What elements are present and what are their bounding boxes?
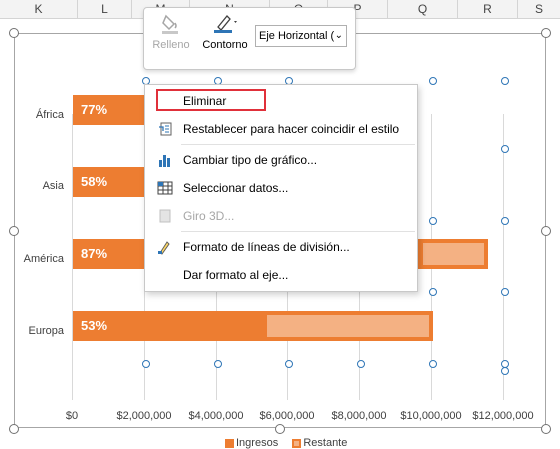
context-menu: Eliminar Restablecer para hacer coincidi… <box>144 84 418 292</box>
axis-selection-handle[interactable] <box>501 77 509 85</box>
category-label-asia: Asia <box>42 180 64 192</box>
menu-item-seleccionar-datos[interactable]: Seleccionar datos... <box>145 176 417 200</box>
menu-separator <box>181 231 415 232</box>
legend[interactable]: Ingresos Restante <box>225 437 347 449</box>
menu-item-label: Restablecer para hacer coincidir el esti… <box>183 122 400 136</box>
axis-selection-handle[interactable] <box>501 367 509 375</box>
fill-bucket-icon <box>162 14 178 34</box>
outline-label: Contorno <box>202 39 248 51</box>
axis-selection-handle[interactable] <box>285 360 293 368</box>
menu-item-dar-formato-eje[interactable]: Dar formato al eje... <box>145 263 417 287</box>
resize-handle[interactable] <box>9 28 19 38</box>
data-label-europa: 53% <box>81 318 108 333</box>
category-label-america: América <box>23 253 64 265</box>
chevron-down-icon: ⌄ <box>334 30 343 41</box>
chart-type-icon <box>159 155 170 167</box>
data-label-asia: 58% <box>81 174 108 189</box>
menu-item-cambiar-tipo[interactable]: Cambiar tipo de gráfico... <box>145 148 417 172</box>
reset-style-icon <box>159 122 172 136</box>
axis-selection-handle[interactable] <box>501 217 509 225</box>
menu-item-giro-3d[interactable]: Giro 3D... <box>145 204 417 228</box>
fill-label: Relleno <box>152 39 190 51</box>
outline-button[interactable]: Contorno <box>197 12 253 51</box>
select-data-icon <box>157 181 173 195</box>
axis-selection-handle[interactable] <box>501 145 509 153</box>
menu-item-label: Giro 3D... <box>183 209 235 223</box>
data-label-africa: 77% <box>81 102 108 117</box>
column-header-q[interactable]: Q <box>388 0 458 18</box>
column-header-s[interactable]: S <box>518 0 560 18</box>
menu-item-label: Eliminar <box>183 94 227 108</box>
menu-item-label: Formato de líneas de división... <box>183 240 350 254</box>
legend-label-restante: Restante <box>303 437 348 449</box>
menu-separator <box>181 144 415 145</box>
chart-element-selector-value: Eje Horizontal ( <box>259 30 335 42</box>
resize-handle[interactable] <box>541 424 551 434</box>
axis-selection-handle[interactable] <box>214 360 222 368</box>
fill-button[interactable]: Relleno <box>149 12 193 51</box>
gridline[interactable] <box>503 114 504 400</box>
column-header-k[interactable]: K <box>0 0 78 18</box>
bar-restante-europa[interactable] <box>263 311 433 341</box>
resize-handle[interactable] <box>275 424 285 434</box>
x-tick-label: $12,000,000 <box>472 410 534 422</box>
mini-toolbar: Relleno Contorno Eje Horizontal ( ⌄ <box>143 7 356 70</box>
menu-item-eliminar[interactable]: Eliminar <box>145 89 417 113</box>
menu-item-label: Dar formato al eje... <box>183 268 289 282</box>
column-header-l[interactable]: L <box>78 0 132 18</box>
rotate-3d-icon <box>159 209 171 223</box>
bar-restante-america[interactable] <box>419 239 488 269</box>
axis-selection-handle[interactable] <box>429 217 437 225</box>
axis-selection-handle[interactable] <box>501 288 509 296</box>
axis-selection-handle[interactable] <box>357 360 365 368</box>
data-label-america: 87% <box>81 246 108 261</box>
outline-pen-icon <box>214 15 237 33</box>
category-label-europa: Europa <box>28 325 64 337</box>
gridline-format-icon <box>158 241 170 255</box>
menu-item-label: Cambiar tipo de gráfico... <box>183 153 318 167</box>
axis-selection-handle[interactable] <box>142 360 150 368</box>
menu-item-restablecer[interactable]: Restablecer para hacer coincidir el esti… <box>145 117 417 141</box>
category-label-africa: África <box>35 109 64 121</box>
menu-item-label: Seleccionar datos... <box>183 181 289 195</box>
axis-selection-handle[interactable] <box>429 77 437 85</box>
menu-item-formato-lineas[interactable]: Formato de líneas de división... <box>145 235 417 259</box>
resize-handle[interactable] <box>9 226 19 236</box>
chart-element-selector[interactable]: Eje Horizontal ( ⌄ <box>255 25 347 47</box>
axis-selection-handle[interactable] <box>429 360 437 368</box>
resize-handle[interactable] <box>541 226 551 236</box>
resize-handle[interactable] <box>9 424 19 434</box>
resize-handle[interactable] <box>541 28 551 38</box>
legend-label-ingresos: Ingresos <box>236 437 279 449</box>
axis-selection-handle[interactable] <box>429 288 437 296</box>
column-header-r[interactable]: R <box>458 0 518 18</box>
